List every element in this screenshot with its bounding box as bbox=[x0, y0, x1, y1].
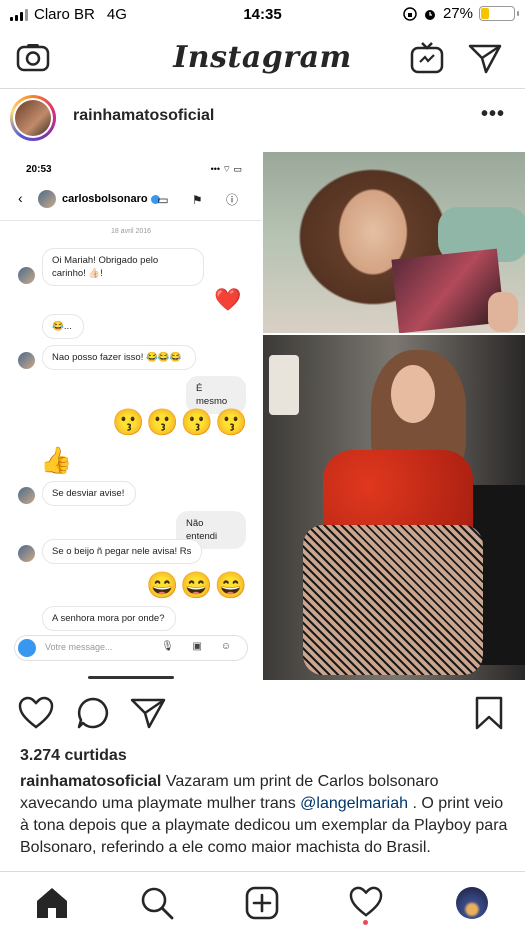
igtv-icon[interactable] bbox=[410, 42, 444, 74]
fishnet-legs bbox=[303, 525, 483, 675]
profile-avatar[interactable] bbox=[456, 887, 488, 919]
photo-woman-magazine bbox=[263, 152, 525, 333]
chat-avatar bbox=[18, 545, 35, 562]
chat-message: 😂... bbox=[42, 314, 84, 339]
face bbox=[391, 365, 435, 423]
chat-header: ‹ carlosbolsonaro ▭ ⚑ ⓘ bbox=[0, 180, 262, 221]
more-horizontal-icon[interactable]: ••• bbox=[481, 103, 505, 126]
chat-message: Se desviar avise! bbox=[42, 481, 136, 506]
chat-avatar bbox=[18, 267, 35, 284]
like-count[interactable]: 3.274 curtidas bbox=[20, 747, 127, 765]
chat-avatar bbox=[38, 190, 56, 208]
avatar[interactable] bbox=[15, 100, 51, 136]
notification-dot bbox=[363, 920, 368, 925]
chat-input-tools: 🎙 ▣ ☺ bbox=[161, 641, 239, 652]
chat-message: Oi Mariah! Obrigado pelo carinho! 👍🏻! bbox=[42, 248, 204, 286]
chat-header-icons: ▭ ⚑ ⓘ bbox=[157, 193, 248, 207]
chat-input: Votre message... 🎙 ▣ ☺ bbox=[14, 635, 248, 661]
chat-contact-name: carlosbolsonaro bbox=[62, 193, 160, 205]
chat-status: ••• ⌔ ▭ bbox=[210, 164, 242, 174]
chat-message: A senhora mora por onde? bbox=[42, 606, 176, 631]
chat-message: Nao posso fazer isso! 😂😂😂 bbox=[42, 345, 196, 370]
home-icon[interactable] bbox=[35, 886, 69, 920]
comment-icon[interactable] bbox=[76, 696, 110, 730]
alarm-icon bbox=[424, 9, 435, 20]
post-caption: rainhamatosoficial Vazaram um print de C… bbox=[20, 771, 510, 859]
chat-message: ❤️ bbox=[214, 287, 242, 312]
top-nav: Instagram bbox=[0, 30, 525, 89]
chat-message: 😄😄😄 bbox=[146, 570, 250, 600]
status-right: 27% bbox=[403, 5, 519, 22]
status-bar: Claro BR 4G 14:35 27% bbox=[0, 0, 525, 30]
bookmark-icon[interactable] bbox=[474, 696, 504, 730]
battery-fill bbox=[481, 8, 490, 19]
chat-message: 👍 bbox=[40, 445, 73, 475]
chat-message: 😗😗😗😗 bbox=[112, 407, 250, 437]
chat-contact-label: carlosbolsonaro bbox=[62, 193, 148, 205]
orientation-lock-icon bbox=[403, 6, 417, 21]
post-header: rainhamatosoficial ••• bbox=[0, 89, 525, 147]
heart-icon[interactable] bbox=[349, 886, 383, 918]
chat-avatar bbox=[18, 352, 35, 369]
paper-plane-icon[interactable] bbox=[468, 42, 502, 74]
hand bbox=[488, 292, 518, 332]
paper-plane-icon[interactable] bbox=[130, 696, 166, 730]
back-icon: ‹ bbox=[18, 190, 23, 206]
chat-time: 20:53 bbox=[26, 164, 52, 175]
chat-date: 18 avril 2016 bbox=[110, 228, 152, 235]
chat-message: Se o beijo ñ pegar nele avisa! Rs bbox=[42, 539, 202, 564]
post-actions bbox=[0, 688, 525, 738]
bottom-nav bbox=[0, 871, 525, 935]
plus-square-icon[interactable] bbox=[245, 886, 279, 920]
chat-screenshot: 20:53 ••• ⌔ ▭ ‹ carlosbolsonaro ▭ ⚑ ⓘ 18… bbox=[0, 152, 262, 680]
story-ring[interactable] bbox=[10, 95, 56, 141]
post-image[interactable]: 20:53 ••• ⌔ ▭ ‹ carlosbolsonaro ▭ ⚑ ⓘ 18… bbox=[0, 152, 525, 680]
search-icon[interactable] bbox=[140, 886, 174, 920]
caption-mention[interactable]: @langelmariah bbox=[300, 795, 408, 812]
battery-icon bbox=[479, 6, 519, 21]
chat-avatar bbox=[18, 487, 35, 504]
camera-icon bbox=[18, 639, 36, 657]
caption-username[interactable]: rainhamatosoficial bbox=[20, 773, 161, 790]
post-username[interactable]: rainhamatosoficial bbox=[73, 107, 214, 125]
heart-icon[interactable] bbox=[18, 696, 54, 730]
lamp bbox=[269, 355, 299, 415]
photo-woman-red-dress bbox=[263, 335, 525, 680]
instagram-logo[interactable]: Instagram bbox=[0, 40, 525, 75]
chat-input-placeholder: Votre message... bbox=[45, 642, 113, 652]
battery-percent: 27% bbox=[442, 5, 473, 22]
home-indicator bbox=[88, 676, 174, 679]
